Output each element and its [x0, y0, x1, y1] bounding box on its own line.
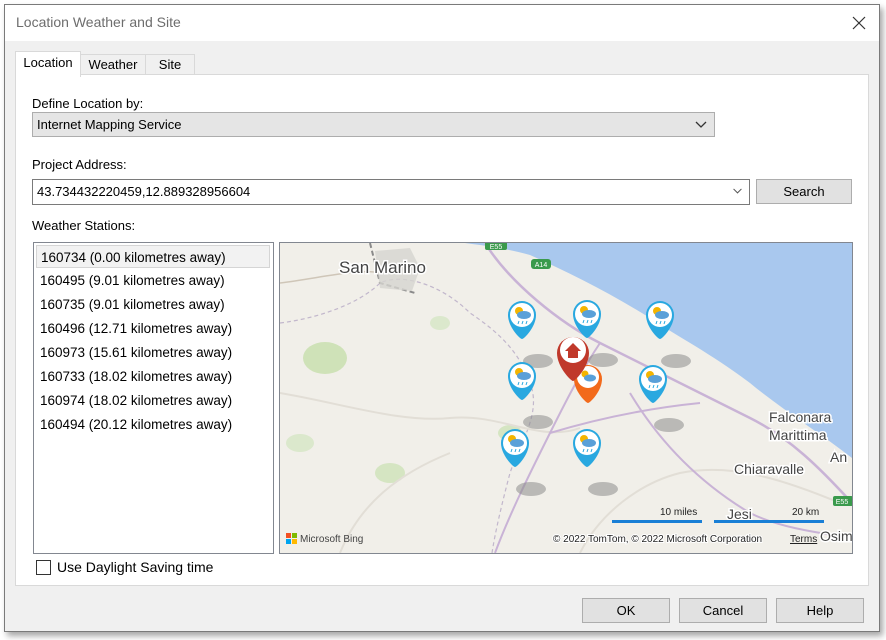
road-label-a14: A14 — [535, 262, 548, 269]
cancel-button[interactable]: Cancel — [679, 598, 767, 623]
project-address-value: 43.734432220459,12.889328956604 — [37, 184, 251, 199]
scale-bar-km — [714, 520, 824, 523]
station-pin[interactable] — [507, 361, 554, 430]
region-border — [280, 278, 535, 553]
window-title: Location Weather and Site — [16, 14, 181, 30]
define-location-dropdown[interactable]: Internet Mapping Service — [32, 112, 715, 137]
list-item[interactable]: 160733 (18.02 kilometres away) — [36, 365, 270, 388]
weather-stations-list[interactable]: 160734 (0.00 kilometres away) 160495 (9.… — [33, 242, 274, 554]
close-icon — [852, 16, 866, 30]
road-label-e55-top: E55 — [490, 244, 503, 251]
tab-location[interactable]: Location — [15, 51, 81, 77]
ok-button[interactable]: OK — [582, 598, 670, 623]
station-pin[interactable] — [638, 364, 685, 433]
station-pin[interactable] — [500, 428, 547, 497]
microsoft-bing-logo: Microsoft Bing — [286, 533, 363, 545]
weather-stations-label: Weather Stations: — [32, 218, 136, 233]
place-label-osimo: Osim — [820, 528, 852, 544]
place-label-san-marino: San Marino — [339, 258, 426, 277]
place-label-falconara: Falconara — [769, 409, 831, 425]
project-address-input[interactable]: 43.734432220459,12.889328956604 — [32, 179, 750, 205]
close-button[interactable] — [845, 9, 873, 37]
park-area — [286, 434, 314, 452]
list-item[interactable]: 160973 (15.61 kilometres away) — [36, 341, 270, 364]
station-pin[interactable] — [507, 300, 554, 369]
search-button[interactable]: Search — [756, 179, 852, 204]
map-provider-label: Microsoft Bing — [300, 534, 363, 545]
project-address-label: Project Address: — [32, 157, 127, 172]
place-label-chiaravalle: Chiaravalle — [734, 461, 804, 477]
list-item[interactable]: 160495 (9.01 kilometres away) — [36, 269, 270, 292]
title-bar: Location Weather and Site — [5, 5, 879, 41]
list-item[interactable]: 160734 (0.00 kilometres away) — [36, 245, 270, 268]
park-area — [430, 316, 450, 330]
button-bar: OK Cancel Help — [5, 587, 879, 631]
map-canvas[interactable]: E55 A14 E55 San Marino Falconara Maritti… — [280, 243, 852, 553]
map-terms-link[interactable]: Terms — [790, 534, 817, 545]
define-location-value: Internet Mapping Service — [37, 117, 182, 132]
list-item[interactable]: 160496 (12.71 kilometres away) — [36, 317, 270, 340]
tab-site[interactable]: Site — [145, 54, 195, 75]
map-view[interactable]: E55 A14 E55 San Marino Falconara Maritti… — [279, 242, 853, 554]
map-attribution: © 2022 TomTom, © 2022 Microsoft Corporat… — [553, 534, 762, 545]
place-label-jesi: Jesi — [727, 506, 752, 522]
define-location-label: Define Location by: — [32, 96, 144, 111]
scale-bar-miles — [612, 520, 702, 523]
chevron-down-icon[interactable] — [732, 185, 743, 196]
daylight-saving-label: Use Daylight Saving time — [57, 559, 214, 575]
location-panel: Define Location by: Internet Mapping Ser… — [15, 74, 869, 586]
road-label-e55-right: E55 — [836, 499, 849, 506]
list-item[interactable]: 160494 (20.12 kilometres away) — [36, 413, 270, 436]
help-button[interactable]: Help — [776, 598, 864, 623]
daylight-saving-checkbox[interactable] — [36, 560, 51, 575]
list-item[interactable]: 160974 (18.02 kilometres away) — [36, 389, 270, 412]
tab-weather[interactable]: Weather — [79, 54, 147, 75]
location-weather-site-dialog: Location Weather and Site Location Weath… — [4, 4, 880, 632]
park-area — [303, 342, 347, 374]
scale-km-label: 20 km — [792, 507, 819, 518]
chevron-down-icon — [695, 121, 707, 128]
place-label-marittima: Marittima — [769, 427, 827, 443]
scale-miles-label: 10 miles — [660, 507, 697, 518]
station-pin[interactable] — [572, 428, 619, 497]
place-label-ancona: An — [830, 449, 847, 465]
list-item[interactable]: 160735 (9.01 kilometres away) — [36, 293, 270, 316]
